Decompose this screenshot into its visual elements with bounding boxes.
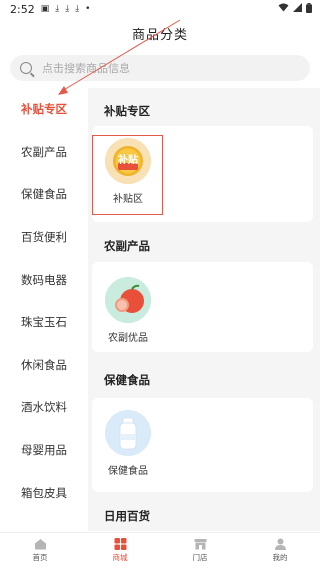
tab-bar: 首页 商城 门店 我的: [0, 532, 320, 568]
sidebar-item-jewelry[interactable]: 珠宝玉石: [0, 301, 88, 344]
home-icon: [34, 538, 47, 550]
image-icon: ▣: [40, 4, 50, 14]
tab-store[interactable]: 门店: [160, 533, 240, 568]
category-content: 补贴专区 补贴 补贴区 农副产品 农副优品 保健食品 保健食品 日用百货: [88, 88, 320, 531]
battery-icon: [306, 2, 312, 16]
section-title: 保健食品: [104, 373, 150, 387]
download-icon: ⤓: [75, 4, 80, 14]
status-bar: 2:52 ▣ ⤓ ⤓ ⤓ •: [0, 0, 320, 18]
dot-icon: •: [85, 4, 91, 14]
tab-label: 商城: [112, 553, 128, 562]
sidebar-item-subsidy[interactable]: 补贴专区: [0, 88, 88, 131]
product-card: 保健食品: [92, 398, 313, 492]
sidebar-item-drinks[interactable]: 酒水饮料: [0, 386, 88, 429]
sidebar-item-bags[interactable]: 箱包皮具: [0, 471, 88, 514]
product-item-agricultural[interactable]: 农副优品: [93, 277, 163, 344]
download-icon: ⤓: [55, 4, 60, 14]
status-time: 2:52: [10, 2, 35, 16]
section-title: 补贴专区: [104, 104, 150, 118]
tab-mall[interactable]: 商城: [80, 533, 160, 568]
sidebar-item-snacks[interactable]: 休闲食品: [0, 344, 88, 387]
page-title: 商品分类: [131, 27, 188, 43]
search-bar[interactable]: [10, 55, 310, 81]
sidebar-item-electronics[interactable]: 数码电器: [0, 258, 88, 301]
header: 商品分类: [0, 18, 320, 48]
bottle-icon: [105, 410, 151, 456]
product-label: 农副优品: [108, 333, 148, 344]
tab-label: 我的: [272, 553, 288, 562]
search-icon: [20, 62, 32, 74]
annotation-highlight-box: [92, 135, 163, 215]
tab-profile[interactable]: 我的: [240, 533, 320, 568]
user-icon: [274, 538, 287, 550]
sidebar-item-baby[interactable]: 母婴用品: [0, 429, 88, 472]
section-title: 日用百货: [104, 509, 150, 523]
signal-icon: [293, 3, 302, 15]
grid-icon: [114, 538, 127, 550]
sidebar-item-general-store[interactable]: 百货便利: [0, 216, 88, 259]
status-right: [278, 2, 312, 16]
tab-label: 首页: [32, 553, 48, 562]
wifi-icon: [278, 3, 289, 15]
status-left: 2:52 ▣ ⤓ ⤓ ⤓ •: [10, 3, 90, 16]
sidebar-item-health-food[interactable]: 保健食品: [0, 173, 88, 216]
store-icon: [194, 538, 207, 550]
product-label: 保健食品: [108, 466, 148, 477]
search-input[interactable]: [42, 61, 292, 75]
category-sidebar: 补贴专区 农副产品 保健食品 百货便利 数码电器 珠宝玉石 休闲食品 酒水饮料 …: [0, 88, 88, 531]
section-title: 农副产品: [104, 239, 150, 253]
grapefruit-icon: [105, 277, 151, 323]
product-card: 农副优品: [92, 262, 313, 352]
download-icon: ⤓: [65, 4, 70, 14]
tab-home[interactable]: 首页: [0, 533, 80, 568]
product-item-health-food[interactable]: 保健食品: [93, 410, 163, 477]
sidebar-item-agricultural[interactable]: 农副产品: [0, 131, 88, 174]
tab-label: 门店: [192, 553, 208, 562]
